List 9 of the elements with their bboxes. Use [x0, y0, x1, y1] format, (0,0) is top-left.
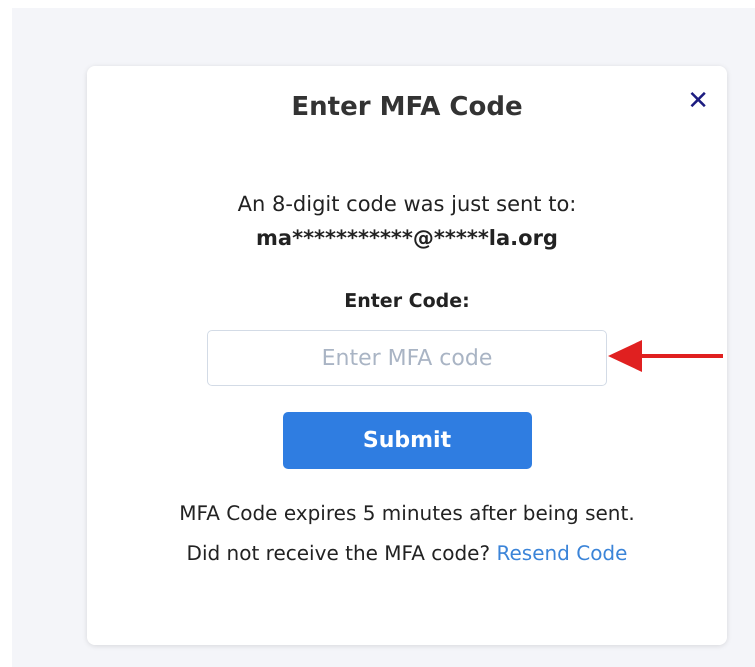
dialog-title: Enter MFA Code [291, 92, 523, 122]
submit-button[interactable]: Submit [282, 412, 532, 469]
code-sent-message: An 8-digit code was just sent to: [238, 192, 576, 216]
code-input-field[interactable]: Enter MFA code [207, 330, 607, 386]
resend-code-link[interactable]: Resend Code [496, 541, 628, 565]
masked-email: ma***********@*****la.org [256, 226, 558, 250]
expiry-note: MFA Code expires 5 minutes after being sent. [179, 501, 635, 525]
resend-prompt: Did not receive the MFA code? Resend Code [186, 541, 628, 565]
code-label: Enter Code: [344, 290, 470, 312]
